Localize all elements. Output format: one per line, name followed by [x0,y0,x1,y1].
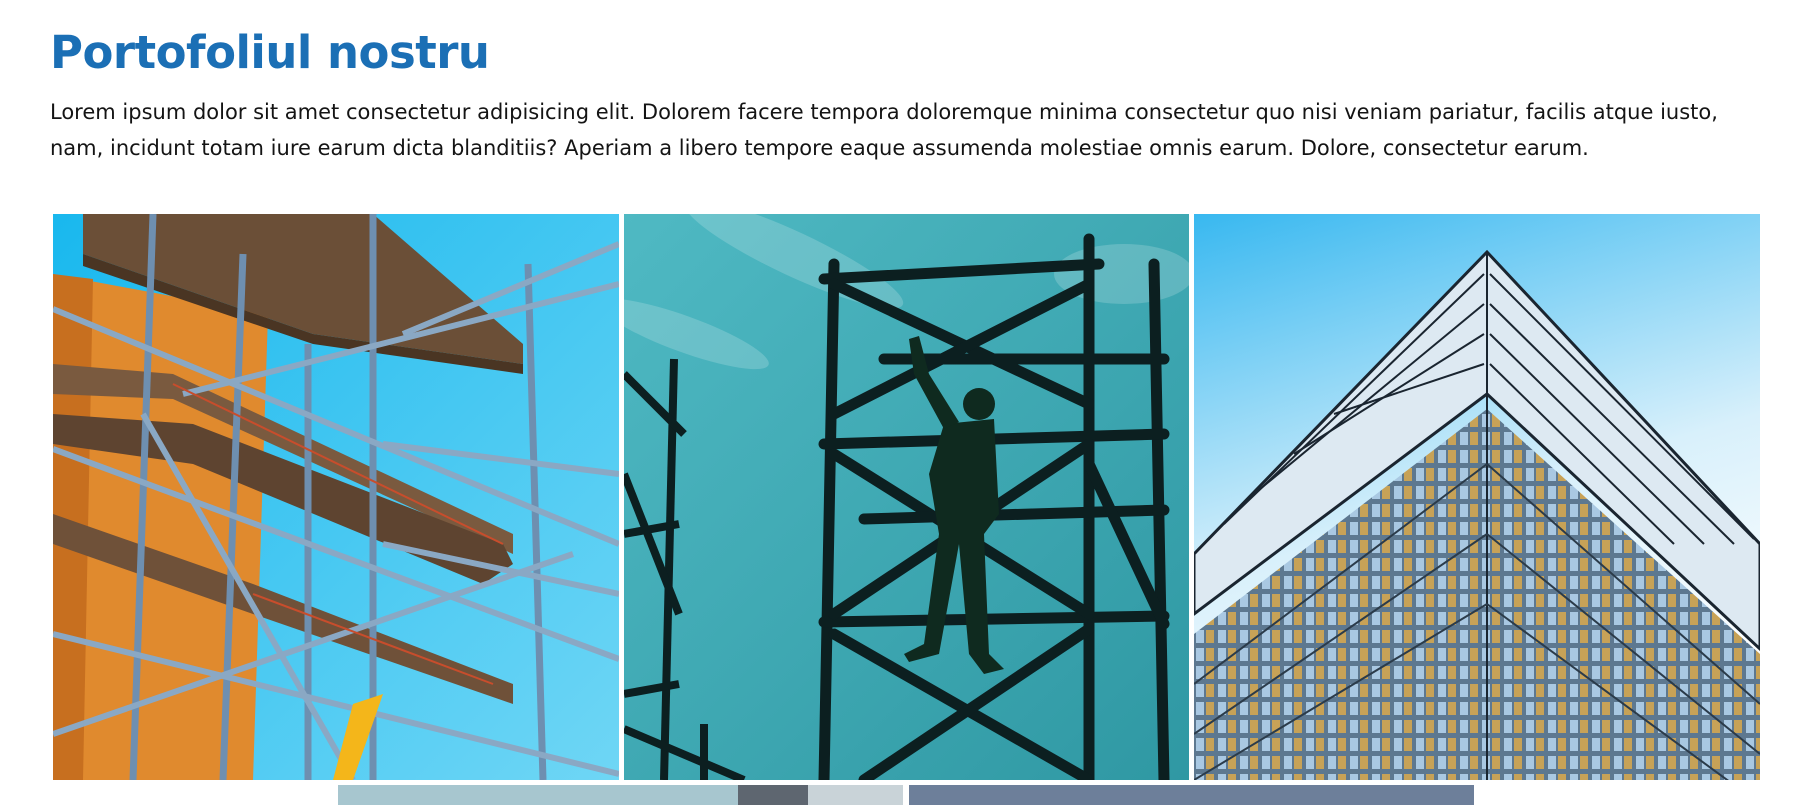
photo-worker-silhouette-scaffold [624,214,1189,780]
gallery-item-glass-building[interactable] [1194,214,1760,780]
gallery-item-worker[interactable] [624,214,1189,780]
gallery-item-sky-partial[interactable] [909,785,1474,805]
photo-glass-building-corner [1194,214,1760,780]
page-title: Portofoliul nostru [50,26,490,79]
gallery-item-building-partial[interactable] [338,785,903,805]
gallery-item-scaffolding[interactable] [53,214,619,780]
photo-scaffolding-orange-wall [53,214,619,780]
portfolio-description: Lorem ipsum dolor sit amet consectetur a… [50,100,1718,160]
photo-building-partial [338,785,903,805]
photo-sky-partial [909,785,1474,805]
portfolio-section: Portofoliul nostru Lorem ipsum dolor sit… [0,0,1800,805]
